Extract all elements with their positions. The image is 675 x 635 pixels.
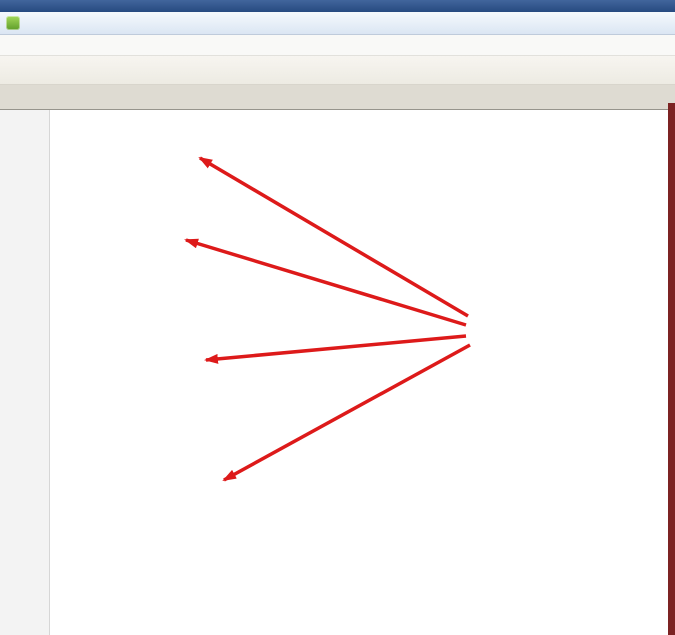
tab-bar bbox=[0, 85, 675, 110]
breadcrumb bbox=[0, 0, 675, 12]
toolbar bbox=[0, 56, 675, 85]
menu-bar bbox=[0, 35, 675, 56]
line-number-gutter bbox=[0, 110, 50, 635]
background-window-edge bbox=[668, 103, 675, 635]
title-bar[interactable] bbox=[0, 12, 675, 35]
code-area[interactable] bbox=[50, 110, 675, 635]
notepadpp-icon bbox=[6, 16, 20, 30]
editor bbox=[0, 110, 675, 635]
